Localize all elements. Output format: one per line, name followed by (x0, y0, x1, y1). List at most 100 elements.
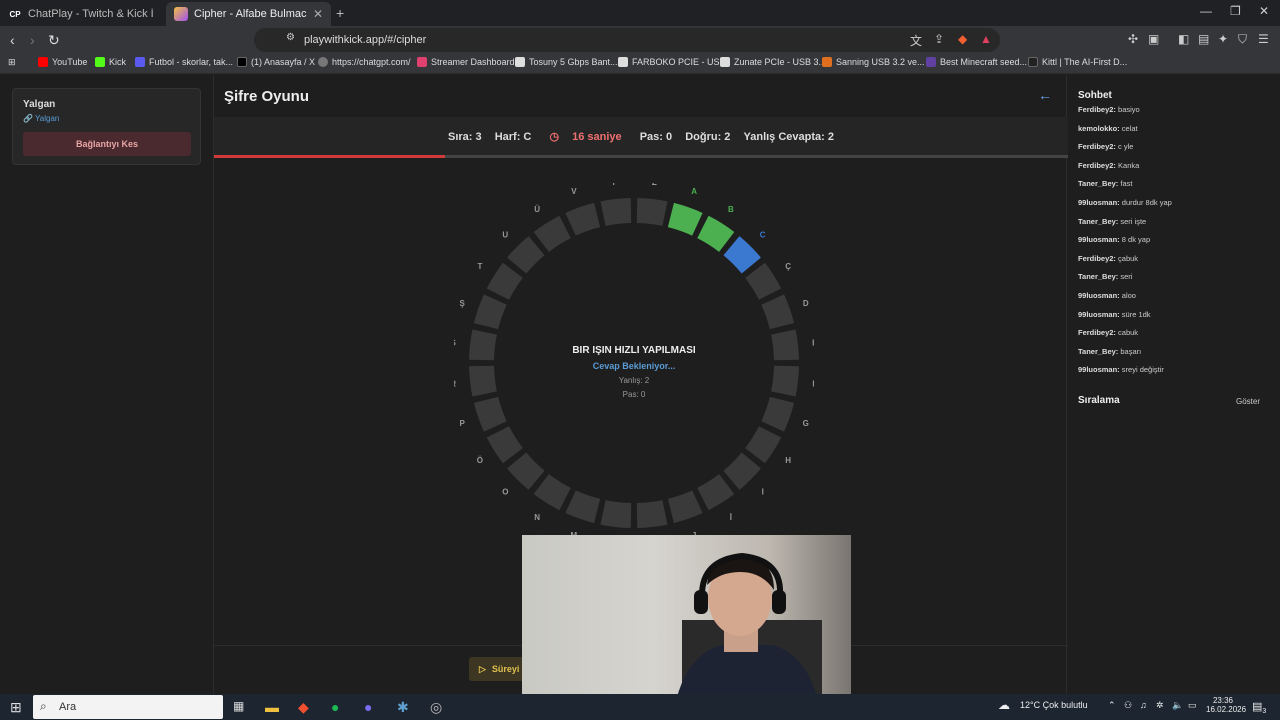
battery-icon[interactable]: ▭ (1188, 700, 1197, 711)
close-window-icon[interactable]: ✕ (1259, 4, 1269, 18)
chat-username: Taner_Bey: (1078, 272, 1119, 282)
clock-date: 16.02.2026 (1206, 705, 1247, 714)
speaker-icon[interactable]: 🔈 (1172, 700, 1183, 711)
bookmark-label: (1) Anasayfa / X (251, 57, 316, 67)
windows-start-icon[interactable]: ⊞ (10, 699, 22, 716)
task-view-icon[interactable]: ▦ (233, 699, 244, 713)
new-tab-button[interactable]: + (336, 5, 344, 21)
app-icon[interactable]: ✱ (397, 699, 409, 716)
wheel-segment-i (723, 452, 761, 490)
back-arrow-icon[interactable]: ← (1038, 87, 1052, 103)
translate-icon[interactable]: 文 (910, 32, 922, 49)
chat-username: Ferdibey2: (1078, 253, 1116, 263)
menu-icon[interactable]: ☰ (1258, 32, 1269, 46)
discord-icon[interactable]: ● (364, 699, 372, 715)
extensions-icon[interactable]: ✣ (1128, 32, 1138, 46)
tab-strip: CP ChatPlay - Twitch & Kick İzleyici Etk… (0, 0, 1280, 26)
bookmark-futbol[interactable]: Futbol - skorlar, tak... (135, 57, 233, 67)
notification-icon[interactable]: ▤3 (1252, 700, 1266, 715)
vpn-icon[interactable]: ⛉ (1238, 32, 1247, 47)
obs-icon[interactable]: ◎ (430, 699, 442, 716)
bookmark-sanning[interactable]: Sanning USB 3.2 ve... (822, 57, 925, 67)
tab-search-icon[interactable]: ▣ (1148, 32, 1159, 46)
minimize-icon[interactable]: — (1200, 4, 1212, 18)
brave-rewards-icon[interactable]: ▲ (980, 32, 992, 46)
browser-toolbar: ‹ › ↻ ⌑ ⚙ playwithkick.app/#/cipher 文 ⇪ … (0, 26, 1280, 54)
leo-ai-icon[interactable]: ✦ (1218, 32, 1228, 46)
bookmark-x[interactable]: (1) Anasayfa / X (237, 57, 315, 67)
site-info-icon[interactable]: ⚙ (286, 32, 295, 43)
chat-text: çabuk (1115, 253, 1139, 263)
weather-icon: ☁ (998, 698, 1010, 712)
chat-message: 99luosman: aloo (1078, 291, 1273, 310)
minecraft-icon (926, 57, 936, 67)
brave-browser-icon[interactable]: ◆ (298, 699, 309, 716)
forward-icon[interactable]: › (30, 32, 35, 48)
browser-tab-chatplay[interactable]: CP ChatPlay - Twitch & Kick İzleyici Etk… (0, 2, 162, 26)
apps-icon[interactable]: ⊞ (8, 57, 16, 68)
bookmark-chatgpt[interactable]: https://chatgpt.com/ (318, 57, 411, 67)
chat-text: basiyo (1115, 105, 1140, 114)
wheel-letter-label: A (691, 187, 697, 196)
chat-message: Ferdibey2: Kanka (1078, 161, 1273, 180)
close-tab-icon[interactable]: ✕ (313, 7, 323, 21)
youtube-icon (38, 57, 48, 67)
restore-icon[interactable]: ❐ (1230, 4, 1241, 18)
chat-text: celat (1119, 123, 1138, 133)
sidebar-icon[interactable]: ◧ (1178, 32, 1189, 46)
play-icon: ▷ (479, 663, 486, 674)
clue-panel: BIR IŞIN HIZLI YAPILMASI Cevap Bekleniyo… (484, 345, 784, 399)
disconnect-button[interactable]: Bağlantıyı Kes (23, 132, 191, 156)
wheel-segment-k (636, 500, 668, 528)
chat-message: 99luosman: durdur 8dk yap (1078, 198, 1273, 217)
back-icon[interactable]: ‹ (10, 32, 15, 48)
bookmark-streamer-dashboard[interactable]: Streamer Dashboard (417, 57, 515, 67)
chat-text: seri (1118, 272, 1133, 282)
tray-chevron-icon[interactable]: ⌃ (1108, 700, 1116, 711)
chat-text: aloo (1119, 290, 1136, 300)
bookmark-tosuny[interactable]: Tosuny 5 Gbps Bant... (515, 57, 618, 67)
chat-username: Ferdibey2: (1078, 105, 1116, 114)
kittl-icon (1028, 57, 1038, 67)
brave-shield-icon[interactable]: ◆ (958, 32, 967, 46)
ranking-show-button[interactable]: Göster (1236, 397, 1260, 406)
chat-message: Taner_Bey: seri işte (1078, 217, 1273, 236)
chat-text: 8 dk yap (1119, 235, 1151, 245)
chat-text: durdur 8dk yap (1119, 197, 1172, 207)
wheel-segment-b (697, 215, 735, 252)
bookmark-kick[interactable]: Kick (95, 57, 126, 67)
bookmark-zunate[interactable]: Zunate PCIe - USB 3.... (720, 57, 829, 67)
bookmark-label: YouTube (52, 57, 88, 67)
bookmark-farboko[interactable]: FARBOKO PCIE - US... (618, 57, 727, 67)
browser-tab-cipher[interactable]: Cipher - Alfabe Bulmacası! | Play ✕ (166, 2, 331, 26)
chatplay-favicon-icon: CP (9, 9, 21, 19)
bluetooth-icon[interactable]: ✲ (1156, 700, 1164, 711)
clock[interactable]: 23:36 16.02.2026 (1206, 696, 1246, 714)
chat-message: Taner_Bey: başarı (1078, 347, 1273, 366)
chat-message: Taner_Bey: seri (1078, 272, 1273, 291)
windows-taskbar: ⊞ ⌕ Ara ▦ ▬ ◆ ● ● ✱ ◎ ☁ 12°C Çok bulutlu… (0, 694, 1280, 720)
channel-link[interactable]: 🔗 Yalgan (23, 114, 59, 123)
network-icon[interactable]: ⚇ (1124, 700, 1132, 711)
file-explorer-icon[interactable]: ▬ (265, 699, 279, 715)
share-icon[interactable]: ⇪ (934, 32, 944, 46)
bookmarks-bar: ⊞ YouTube Kick Futbol - skorlar, tak... … (0, 54, 1280, 74)
wheel-letter-label: Ü (534, 205, 540, 214)
bookmark-youtube[interactable]: YouTube (38, 57, 87, 67)
microphone-icon[interactable]: ♫ (1140, 700, 1147, 710)
taskbar-search[interactable]: ⌕ Ara (33, 695, 223, 719)
spotify-icon[interactable]: ● (331, 699, 339, 715)
bookmark-kittl[interactable]: Kittl | The AI-First D... (1028, 57, 1127, 67)
bookmark-label: Streamer Dashboard (431, 57, 515, 67)
weather-text[interactable]: 12°C Çok bulutlu (1020, 700, 1088, 710)
chat-message: 99luosman: 8 dk yap (1078, 235, 1273, 254)
reload-icon[interactable]: ↻ (48, 32, 60, 49)
clue-text: BIR IŞIN HIZLI YAPILMASI (572, 345, 696, 356)
chat-message: Taner_Bey: fast (1078, 179, 1273, 198)
wallet-icon[interactable]: ▤ (1198, 32, 1209, 46)
address-bar[interactable]: ⚙ playwithkick.app/#/cipher 文 ⇪ ◆ ▲ (254, 28, 1000, 52)
wheel-letter-label: C (760, 230, 766, 239)
bookmark-minecraft[interactable]: Best Minecraft seed... (926, 57, 1027, 67)
wheel-segment-j (667, 490, 703, 524)
bookmark-label: Sanning USB 3.2 ve... (836, 57, 925, 67)
